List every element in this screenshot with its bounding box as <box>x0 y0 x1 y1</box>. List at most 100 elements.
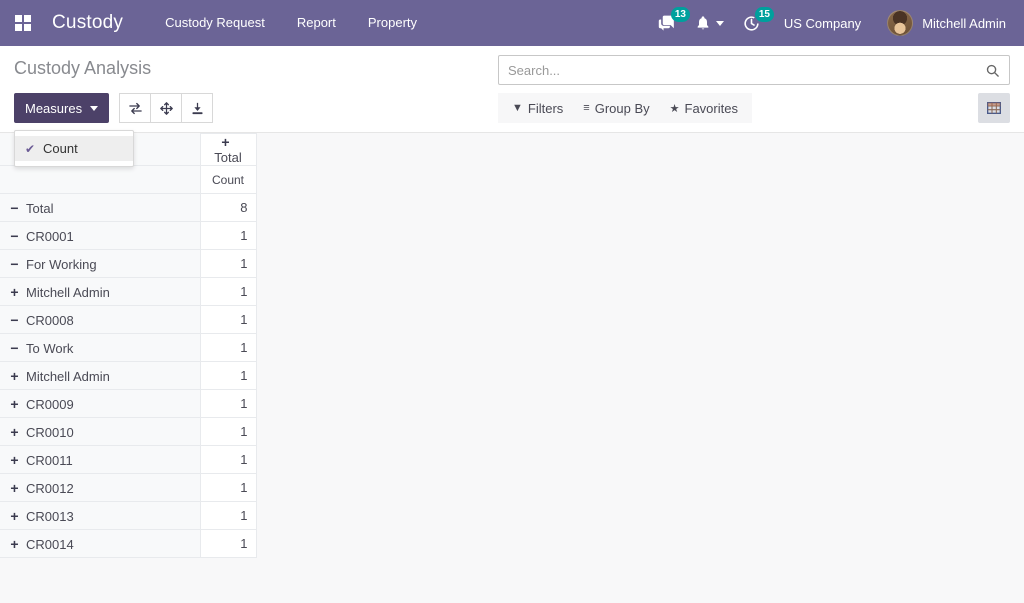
row-collapse-toggle[interactable]: − <box>8 256 21 272</box>
control-panel-bottom-row: Measures ▼ Filters ≡ Group By ★ Favorite… <box>0 85 1024 132</box>
pivot-row-header[interactable]: − To Work <box>0 333 201 362</box>
pivot-cell-value[interactable]: 8 <box>199 193 257 222</box>
table-row: − CR0001 1 <box>0 221 257 250</box>
view-switcher <box>978 93 1010 123</box>
measure-option-count[interactable]: ✔ Count <box>15 136 133 161</box>
measures-button[interactable]: Measures <box>14 93 110 123</box>
filter-funnel-icon: ▼ <box>512 102 523 114</box>
pivot-row-header[interactable]: + Mitchell Admin <box>0 361 201 390</box>
pivot-row-header[interactable]: − Total <box>0 193 201 222</box>
activity-button[interactable] <box>686 0 733 46</box>
pivot-view-button[interactable] <box>978 93 1010 123</box>
row-collapse-toggle[interactable]: − <box>8 228 21 244</box>
pivot-cell-value[interactable]: 1 <box>199 529 257 558</box>
pivot-cell-value[interactable]: 1 <box>199 305 257 334</box>
row-expand-toggle[interactable]: + <box>8 368 21 384</box>
pivot-row-label: To Work <box>26 340 74 356</box>
favorites-menu[interactable]: ★ Favorites <box>660 93 748 123</box>
apps-menu-button[interactable] <box>8 8 38 38</box>
company-switcher[interactable]: US Company <box>770 16 875 31</box>
bell-icon <box>697 16 709 30</box>
pivot-col-total-label: Total <box>214 150 242 165</box>
pivot-row-label: CR0009 <box>26 396 74 412</box>
pivot-cell-value[interactable]: 1 <box>199 501 257 530</box>
table-row: + CR0013 1 <box>0 501 257 530</box>
pivot-row-label: CR0014 <box>26 536 74 552</box>
row-expand-toggle[interactable]: + <box>8 396 21 412</box>
navbar-right-section: 13 15 US Company Mitchell Admin <box>649 0 1010 46</box>
group-by-menu[interactable]: ≡ Group By <box>573 93 659 123</box>
pivot-cell-value[interactable]: 1 <box>199 249 257 278</box>
pivot-row-label: CR0012 <box>26 480 74 496</box>
row-collapse-toggle[interactable]: − <box>8 312 21 328</box>
row-expand-toggle[interactable]: + <box>8 452 21 468</box>
chevron-down-icon <box>90 105 99 111</box>
pivot-table: +Total Count − Total 8− CR0001 1− For Working… <box>0 133 257 558</box>
messages-button[interactable]: 13 <box>649 0 690 46</box>
table-row: − CR0008 1 <box>0 305 257 334</box>
pivot-cell-value[interactable]: 1 <box>199 333 257 362</box>
page-title: Custody Analysis <box>14 58 152 78</box>
pivot-row-header[interactable]: + CR0011 <box>0 445 201 474</box>
table-row: − For Working 1 <box>0 249 257 278</box>
search-input[interactable] <box>508 62 985 78</box>
menu-item-report[interactable]: Report <box>281 0 352 46</box>
row-collapse-toggle[interactable]: − <box>8 200 21 216</box>
pivot-cell-value[interactable]: 1 <box>199 473 257 502</box>
top-navbar: Custody Custody Request Report Property … <box>0 0 1024 46</box>
favorites-menu-label: Favorites <box>684 100 738 116</box>
clock-activity-button[interactable]: 15 <box>733 0 774 46</box>
pivot-cell-value[interactable]: 1 <box>199 277 257 306</box>
table-row: − To Work 1 <box>0 333 257 362</box>
pivot-header-row-measure: Count <box>0 165 257 194</box>
pivot-cell-value[interactable]: 1 <box>199 445 257 474</box>
pivot-row-header[interactable]: + CR0009 <box>0 389 201 418</box>
pivot-cell-value[interactable]: 1 <box>199 389 257 418</box>
pivot-row-header[interactable]: + Mitchell Admin <box>0 277 201 306</box>
group-by-menu-label: Group By <box>594 100 650 116</box>
pivot-col-total-header[interactable]: +Total <box>199 133 257 166</box>
measures-button-label: Measures <box>25 100 83 116</box>
pivot-cell-value[interactable]: 1 <box>199 417 257 446</box>
download-xlsx-button[interactable] <box>181 93 214 123</box>
pivot-cell-value[interactable]: 1 <box>199 361 257 390</box>
pivot-row-header[interactable]: − CR0008 <box>0 305 201 334</box>
row-collapse-toggle[interactable]: − <box>8 340 21 356</box>
pivot-row-header[interactable]: + CR0012 <box>0 473 201 502</box>
pivot-row-header[interactable]: − For Working <box>0 249 201 278</box>
row-expand-toggle[interactable]: + <box>8 424 21 440</box>
brand-name[interactable]: Custody <box>52 12 123 34</box>
row-expand-toggle[interactable]: + <box>8 284 21 300</box>
pivot-row-label: CR0008 <box>26 312 74 328</box>
clock-activity-badge: 15 <box>754 7 774 22</box>
table-row: + CR0011 1 <box>0 445 257 474</box>
table-row: − Total 8 <box>0 193 257 222</box>
pivot-row-header[interactable]: + CR0013 <box>0 501 201 530</box>
pivot-row-header[interactable]: + CR0014 <box>0 529 201 558</box>
search-box[interactable] <box>498 55 1010 85</box>
menu-item-custody-request[interactable]: Custody Request <box>149 0 281 46</box>
expand-all-button[interactable] <box>150 93 183 123</box>
column-expand-toggle[interactable]: + <box>219 134 232 150</box>
row-expand-toggle[interactable]: + <box>8 536 21 552</box>
table-row: + CR0009 1 <box>0 389 257 418</box>
expand-all-icon <box>159 101 173 115</box>
user-menu-button[interactable]: Mitchell Admin <box>875 10 1010 36</box>
filters-menu[interactable]: ▼ Filters <box>502 93 573 123</box>
measure-option-label: Count <box>43 141 78 156</box>
flip-axis-button[interactable] <box>119 93 152 123</box>
row-expand-toggle[interactable]: + <box>8 480 21 496</box>
group-by-lines-icon: ≡ <box>583 102 590 114</box>
pivot-row-header[interactable]: − CR0001 <box>0 221 201 250</box>
pivot-row-label: CR0010 <box>26 424 74 440</box>
row-expand-toggle[interactable]: + <box>8 508 21 524</box>
pivot-row-header[interactable]: + CR0010 <box>0 417 201 446</box>
menu-item-property[interactable]: Property <box>352 0 433 46</box>
pivot-row-label: Mitchell Admin <box>26 368 110 384</box>
table-row: + Mitchell Admin 1 <box>0 361 257 390</box>
search-area <box>498 55 1010 85</box>
pivot-measure-header: Count <box>199 165 257 194</box>
download-icon <box>192 102 203 114</box>
pivot-cell-value[interactable]: 1 <box>199 221 257 250</box>
search-icon[interactable] <box>985 63 1000 78</box>
